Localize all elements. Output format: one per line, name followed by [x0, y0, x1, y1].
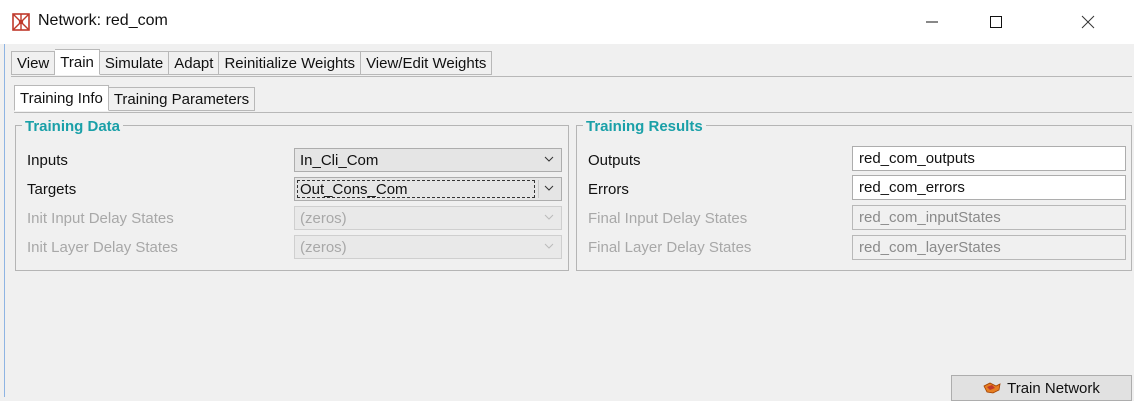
inputs-value: In_Cli_Com — [300, 151, 379, 169]
final-layer-delay-field[interactable]: red_com_layerStates — [852, 235, 1126, 260]
outputs-label: Outputs — [588, 152, 641, 169]
training-results-title: Training Results — [583, 118, 706, 135]
init-input-delay-label: Init Input Delay States — [27, 210, 174, 227]
train-network-button[interactable]: Train Network — [951, 375, 1132, 401]
final-input-delay-field[interactable]: red_com_inputStates — [852, 205, 1126, 230]
init-layer-delay-label: Init Layer Delay States — [27, 239, 178, 256]
init-layer-delay-value: (zeros) — [300, 238, 347, 256]
tab-view-edit-weights[interactable]: View/Edit Weights — [361, 51, 493, 75]
tab-reinitialize-weights[interactable]: Reinitialize Weights — [219, 51, 362, 75]
inputs-select[interactable]: In_Cli_Com — [294, 148, 562, 172]
tab-adapt[interactable]: Adapt — [169, 51, 220, 75]
targets-label: Targets — [27, 181, 77, 198]
inputs-label: Inputs — [27, 152, 68, 169]
outputs-value: red_com_outputs — [859, 150, 975, 167]
chevron-down-icon — [544, 243, 554, 249]
close-icon — [1081, 15, 1095, 29]
focus-indicator — [297, 180, 535, 198]
training-results-panel: Training Results Outputs red_com_outputs… — [576, 118, 1132, 271]
chevron-down-icon — [544, 214, 554, 220]
dropdown-separator — [538, 180, 539, 198]
tab-training-info[interactable]: Training Info — [14, 85, 109, 111]
tab-train[interactable]: Train — [55, 49, 100, 75]
main-tab-divider — [11, 76, 1132, 77]
maximize-button[interactable] — [968, 0, 1024, 44]
init-layer-delay-select[interactable]: (zeros) — [294, 235, 562, 259]
train-network-icon — [983, 382, 1001, 394]
minimize-icon — [926, 21, 938, 23]
train-network-label: Train Network — [1007, 379, 1100, 397]
outputs-field[interactable]: red_com_outputs — [852, 146, 1126, 171]
training-data-title: Training Data — [22, 118, 124, 135]
close-button[interactable] — [1060, 0, 1116, 44]
errors-label: Errors — [588, 181, 629, 198]
window-left-edge — [0, 44, 5, 397]
chevron-down-icon — [544, 185, 554, 191]
window-title: Network: red_com — [38, 12, 168, 29]
maximize-icon — [990, 16, 1002, 28]
final-input-delay-label: Final Input Delay States — [588, 210, 748, 227]
main-tab-bar: View Train Simulate Adapt Reinitialize W… — [11, 49, 493, 77]
sub-tab-bar: Training Info Training Parameters — [14, 85, 256, 113]
final-layer-delay-value: red_com_layerStates — [859, 239, 1001, 256]
tab-simulate[interactable]: Simulate — [99, 51, 170, 75]
targets-select[interactable]: Out_Cons_Com — [294, 177, 562, 201]
sub-tab-divider — [14, 112, 1132, 113]
chevron-down-icon — [544, 156, 554, 162]
network-app-icon — [12, 13, 30, 31]
training-data-panel: Training Data Inputs In_Cli_Com Targets … — [15, 118, 569, 271]
tab-training-parameters[interactable]: Training Parameters — [108, 87, 256, 111]
errors-value: red_com_errors — [859, 179, 965, 196]
errors-field[interactable]: red_com_errors — [852, 175, 1126, 200]
init-input-delay-select[interactable]: (zeros) — [294, 206, 562, 230]
final-input-delay-value: red_com_inputStates — [859, 209, 1001, 226]
minimize-button[interactable] — [904, 0, 960, 44]
tab-view[interactable]: View — [11, 51, 56, 75]
init-input-delay-value: (zeros) — [300, 209, 347, 227]
final-layer-delay-label: Final Layer Delay States — [588, 239, 752, 256]
title-bar: Network: red_com — [0, 0, 1134, 44]
